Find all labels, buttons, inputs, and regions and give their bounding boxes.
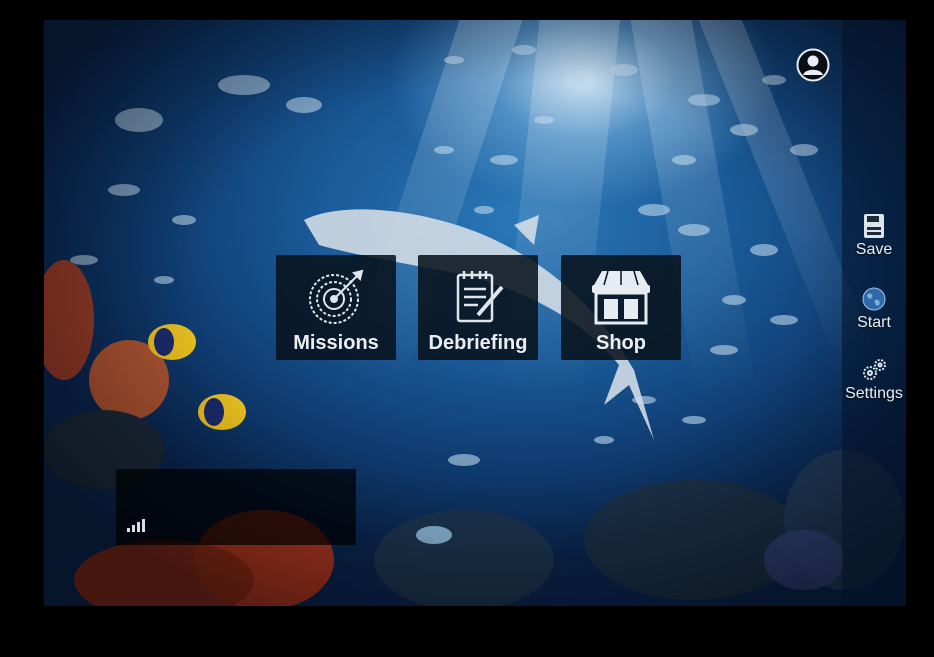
storefront-icon [592, 270, 650, 325]
game-screen: Missions Debriefing Shop Save Start Sett… [0, 0, 934, 657]
settings-button[interactable]: Settings [842, 357, 906, 403]
gears-icon [863, 359, 886, 380]
missions-label: Missions [293, 332, 379, 354]
target-icon [309, 269, 364, 324]
user-avatar-icon[interactable] [796, 48, 830, 82]
status-panel [116, 469, 356, 545]
settings-label: Settings [845, 385, 903, 402]
globe-icon [862, 287, 886, 311]
floppy-disk-icon [864, 214, 884, 238]
shop-label: Shop [596, 332, 646, 354]
missions-tile[interactable]: Missions [276, 255, 396, 360]
save-button[interactable]: Save [842, 213, 906, 259]
debriefing-tile[interactable]: Debriefing [418, 255, 538, 360]
signal-strength-icon [127, 519, 145, 532]
debriefing-label: Debriefing [428, 332, 528, 354]
notepad-pencil-icon [456, 271, 504, 323]
start-button[interactable]: Start [842, 286, 906, 332]
right-sidebar: Save Start Settings [842, 20, 906, 606]
start-label: Start [857, 314, 891, 331]
save-label: Save [855, 241, 893, 258]
shop-tile[interactable]: Shop [561, 255, 681, 360]
